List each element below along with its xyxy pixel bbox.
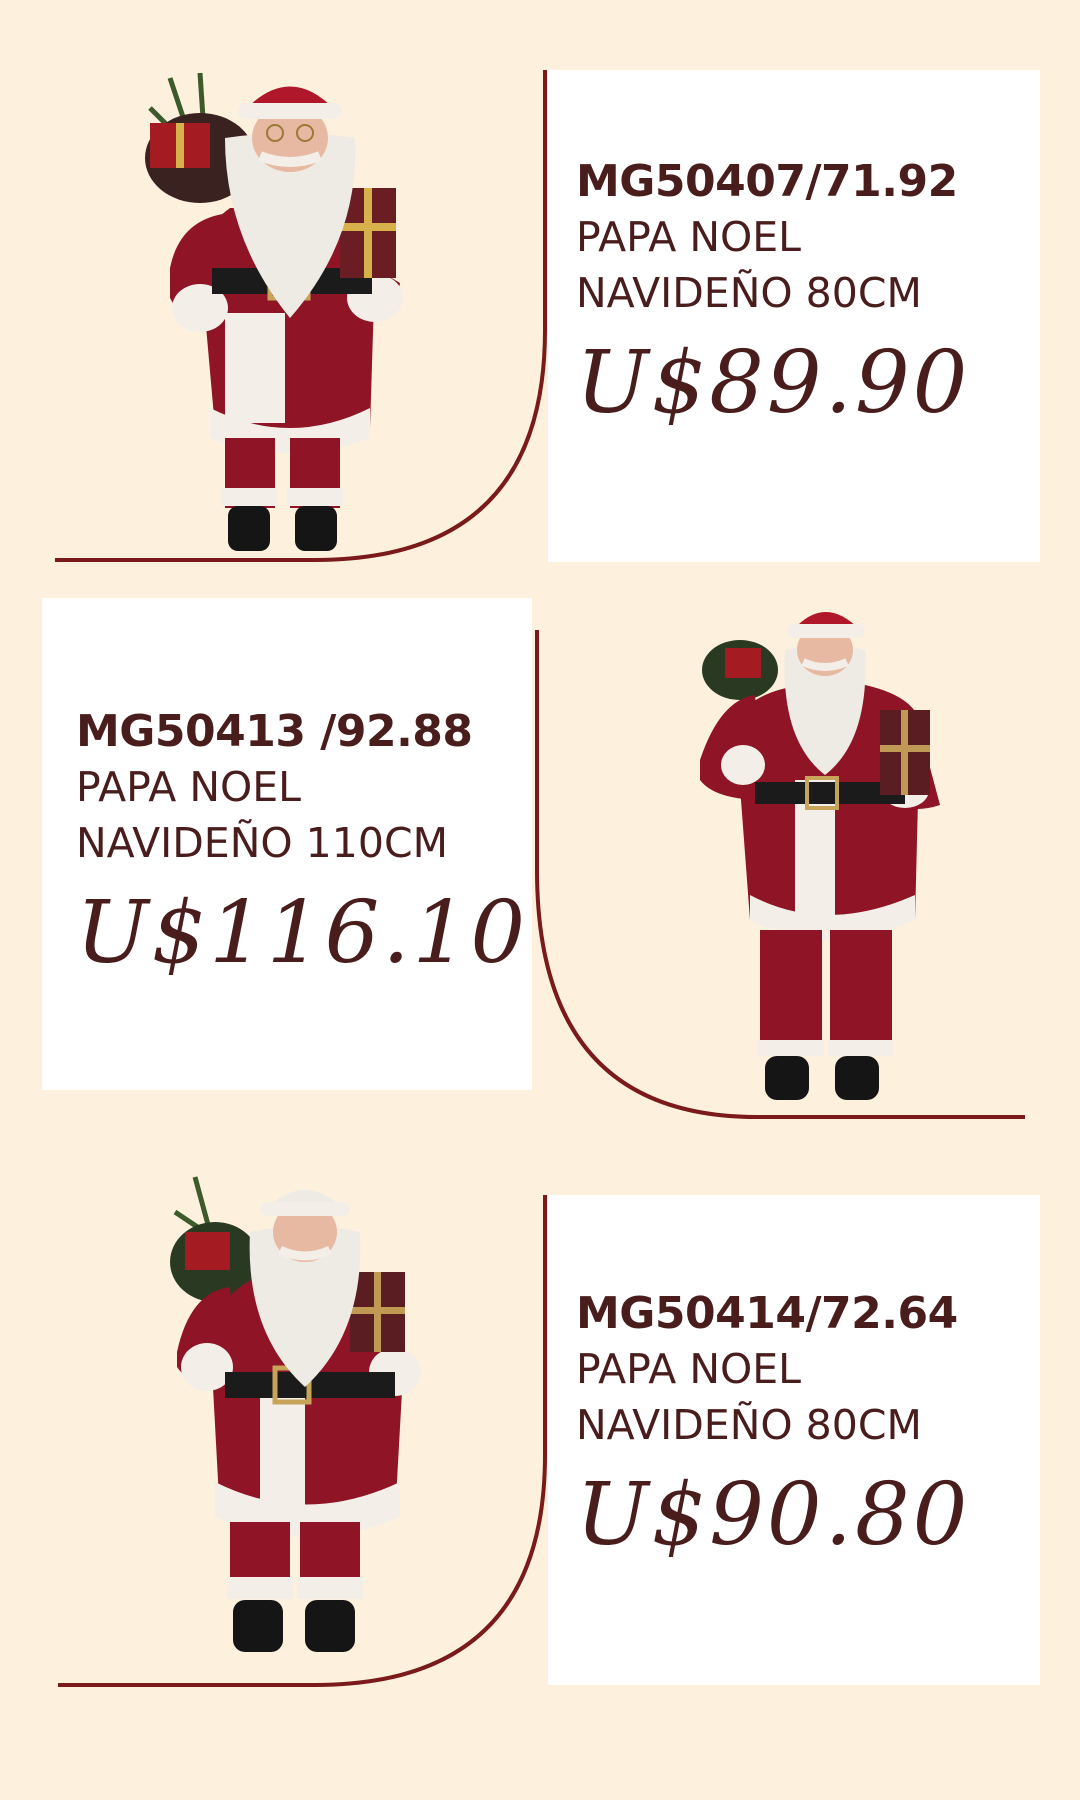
product-name-line-1: PAPA NOEL: [576, 1345, 802, 1394]
product-code: MG50414/72.64: [576, 1288, 958, 1339]
santa-figure-image-3: [170, 1176, 421, 1652]
product-price: U$116.10: [76, 883, 529, 984]
product-card-1: MG50407/71.92 PAPA NOEL NAVIDEÑO 80CM U$…: [548, 70, 1040, 562]
product-code: MG50413 /92.88: [76, 706, 473, 757]
product-card-3: MG50414/72.64 PAPA NOEL NAVIDEÑO 80CM U$…: [548, 1195, 1040, 1685]
santa-figure-image-1: [145, 72, 403, 551]
product-code: MG50407/71.92: [576, 156, 958, 207]
santa-figure-image-2: [700, 612, 940, 1100]
gift-icon: [350, 1272, 405, 1352]
product-name-line-1: PAPA NOEL: [76, 763, 302, 812]
product-price: U$89.90: [576, 333, 971, 434]
product-name-line-2: NAVIDEÑO 110CM: [76, 818, 448, 867]
product-card-2: MG50413 /92.88 PAPA NOEL NAVIDEÑO 110CM …: [42, 598, 532, 1090]
product-price: U$90.80: [576, 1465, 971, 1566]
sack-icon: [702, 640, 778, 700]
product-name-line-2: NAVIDEÑO 80CM: [576, 268, 922, 317]
gift-icon: [880, 710, 930, 795]
product-name-line-2: NAVIDEÑO 80CM: [576, 1400, 922, 1449]
catalog-page: MG50407/71.92 PAPA NOEL NAVIDEÑO 80CM U$…: [0, 0, 1080, 1800]
product-name-line-1: PAPA NOEL: [576, 213, 802, 262]
